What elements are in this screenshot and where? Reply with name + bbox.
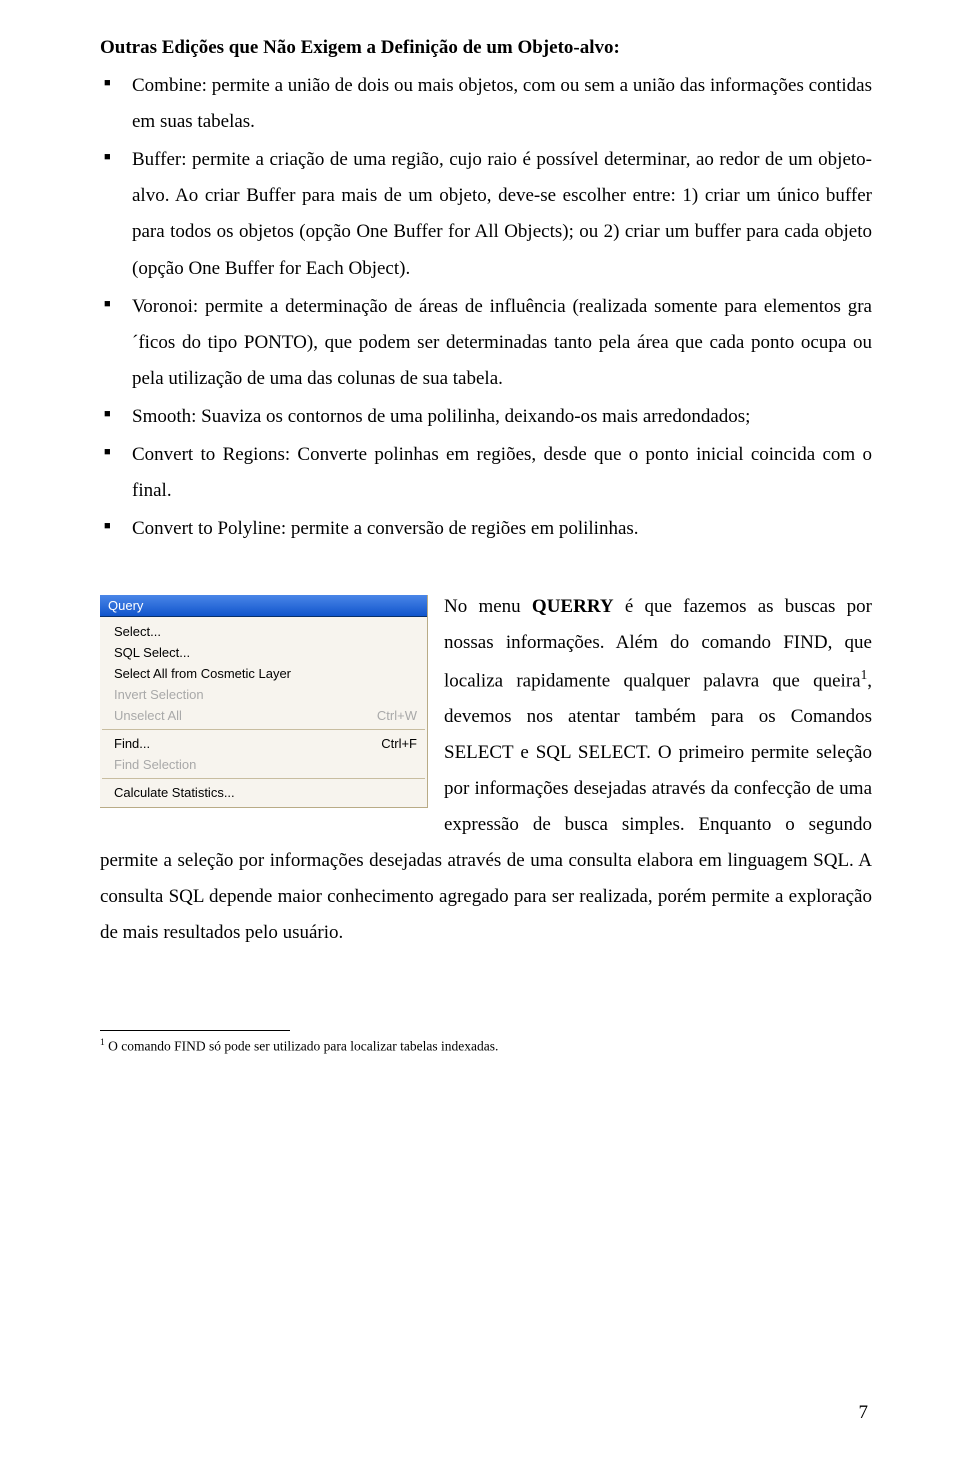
- menu-item-label: Invert Selection: [114, 688, 204, 701]
- footnote-text: O comando FIND só pode ser utilizado par…: [105, 1038, 499, 1053]
- menu-item-label: Find Selection: [114, 758, 196, 771]
- page-number: 7: [859, 1395, 869, 1431]
- menu-item[interactable]: Calculate Statistics...: [100, 782, 427, 803]
- list-item: Combine: permite a união de dois ou mais…: [132, 68, 872, 140]
- menu-title: Query: [100, 595, 427, 617]
- menu-item-label: SQL Select...: [114, 646, 190, 659]
- text-bold: QUERRY: [532, 596, 614, 617]
- menu-item-label: Unselect All: [114, 709, 182, 722]
- menu-body: Select... SQL Select... Select All from Co…: [100, 617, 427, 807]
- menu-item-shortcut: Ctrl+W: [377, 709, 417, 722]
- menu-item: Find Selection: [100, 754, 427, 775]
- menu-item-label: Find...: [114, 737, 150, 750]
- list-item: Voronoi: permite a determinação de áreas…: [132, 289, 872, 397]
- section-heading: Outras Edições que Não Exigem a Definiçã…: [100, 30, 872, 66]
- footnote-separator: [100, 1030, 290, 1031]
- menu-item-label: Select...: [114, 625, 161, 638]
- menu-separator: [102, 778, 425, 779]
- list-item: Convert to Regions: Converte polinhas em…: [132, 437, 872, 509]
- footnote: 1 O comando FIND só pode ser utilizado p…: [100, 1037, 872, 1055]
- list-item: Convert to Polyline: permite a conversão…: [132, 511, 872, 547]
- menu-item-label: Select All from Cosmetic Layer: [114, 667, 291, 680]
- text: No menu: [444, 596, 532, 617]
- menu-separator: [102, 729, 425, 730]
- query-menu: Query Select... SQL Select... Select All f…: [100, 595, 428, 808]
- menu-item[interactable]: Select...: [100, 621, 427, 642]
- menu-item[interactable]: SQL Select...: [100, 642, 427, 663]
- list-item: Smooth: Suaviza os contornos de uma poli…: [132, 399, 872, 435]
- bullet-list: Combine: permite a união de dois ou mais…: [100, 68, 872, 547]
- menu-item-shortcut: Ctrl+F: [381, 737, 417, 750]
- menu-item[interactable]: Find... Ctrl+F: [100, 733, 427, 754]
- list-item: Buffer: permite a criação de uma região,…: [132, 142, 872, 286]
- menu-item[interactable]: Select All from Cosmetic Layer: [100, 663, 427, 684]
- menu-item: Invert Selection: [100, 684, 427, 705]
- menu-item-label: Calculate Statistics...: [114, 786, 235, 799]
- menu-item: Unselect All Ctrl+W: [100, 705, 427, 726]
